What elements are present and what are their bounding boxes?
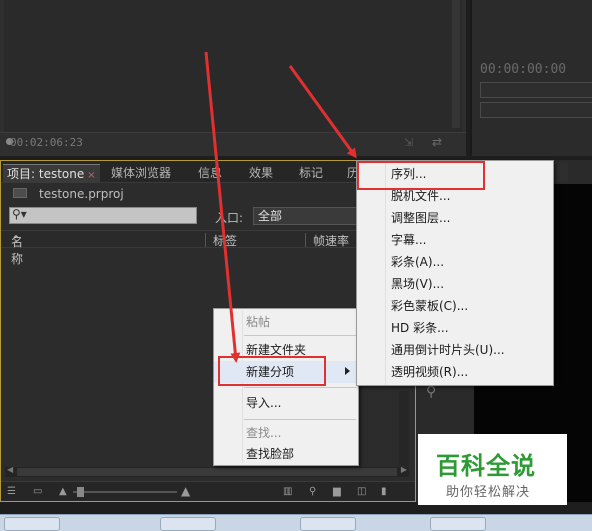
arrow-to-sequence bbox=[288, 65, 357, 159]
watermark-subtitle: 助你轻松解决 bbox=[446, 485, 531, 500]
watermark-logo: 百科全说 助你轻松解决 bbox=[418, 434, 567, 505]
arrow-to-new-item bbox=[204, 51, 241, 363]
watermark-title: 百科全说 bbox=[436, 452, 536, 480]
